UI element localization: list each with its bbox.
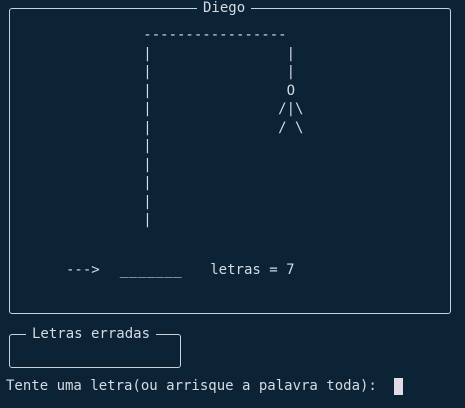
wrong-letters-title: Letras erradas (26, 326, 157, 342)
input-prompt-line[interactable]: Tente uma letra(ou arrisque a palavra to… (6, 377, 404, 395)
hangman-drawing: ----------------- | | | | | O | /|\ | / … (143, 27, 304, 228)
player-name-title: Diego (197, 0, 252, 16)
letters-count: letras = 7 (210, 262, 295, 278)
arrow-indicator: ---> (66, 262, 100, 278)
text-cursor[interactable] (394, 377, 404, 395)
wrong-letters-panel: Letras erradas (9, 326, 181, 368)
terminal-window: Diego ----------------- | | | | | O | /|… (0, 0, 465, 408)
prompt-text: Tente uma letra(ou arrisque a palavra to… (6, 378, 386, 394)
masked-word: _______ (119, 262, 183, 278)
word-status-line: ---> _______ letras = 7 (66, 261, 295, 279)
